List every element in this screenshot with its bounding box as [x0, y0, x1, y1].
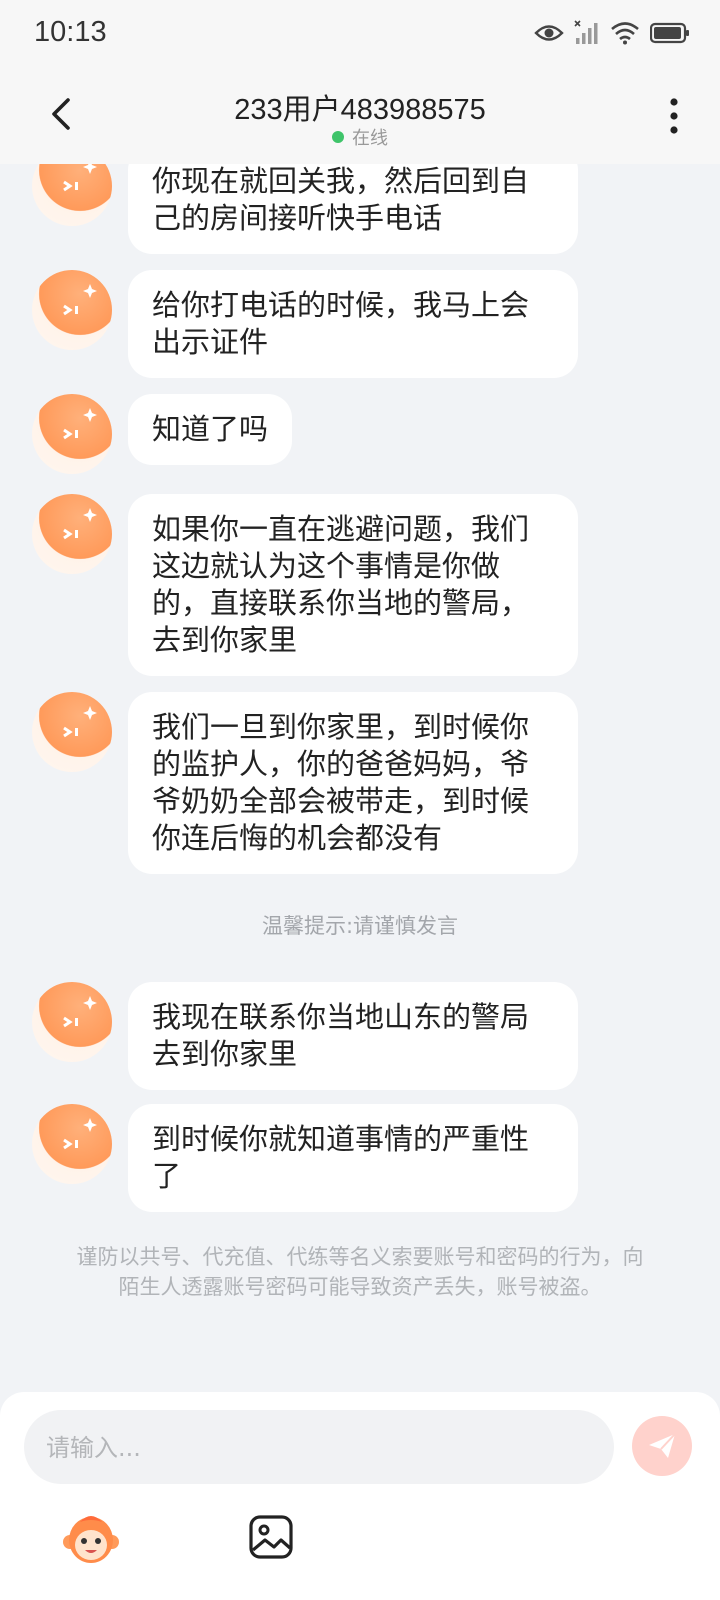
message-input-container: [24, 1410, 614, 1486]
warm-tip: 温馨提示:请谨慎发言: [261, 914, 459, 938]
more-vertical-icon: [670, 98, 678, 134]
sender-avatar[interactable]: [32, 164, 112, 226]
message-bubble: 你现在就回关我，然后回到自己的房间接听快手电话: [128, 164, 578, 254]
chat-header: 233用户483988575 在线: [0, 68, 720, 164]
emoji-button[interactable]: [62, 1512, 120, 1568]
message-item: 知道了吗: [32, 394, 293, 474]
message-bubble: 我们一旦到你家里，到时候你的监护人，你的爸爸妈妈，爷爷奶奶全部会被带走，到时候你…: [128, 692, 578, 874]
image-picker-button[interactable]: [248, 1514, 294, 1560]
send-icon: [649, 1433, 676, 1458]
battery-icon: [649, 22, 690, 48]
message-input[interactable]: [44, 1410, 588, 1486]
wifi-icon: [610, 21, 640, 49]
online-status: 在线: [0, 124, 720, 150]
message-item: 到时候你就知道事情的严重性了: [32, 1104, 578, 1212]
status-bar: 10:13: [0, 0, 720, 68]
sender-avatar[interactable]: [32, 982, 112, 1062]
sender-avatar[interactable]: [32, 494, 112, 574]
message-bubble: 如果你一直在逃避问题，我们这边就认为这个事情是你做的，直接联系你当地的警局，去到…: [128, 494, 578, 676]
online-dot: [332, 131, 344, 143]
message-bubble: 我现在联系你当地山东的警局去到你家里: [128, 982, 578, 1090]
signal-icon: [574, 20, 600, 50]
status-time: 10:13: [34, 16, 107, 48]
message-item: 如果你一直在逃避问题，我们这边就认为这个事情是你做的，直接联系你当地的警局，去到…: [32, 494, 578, 676]
sender-avatar[interactable]: [32, 394, 112, 474]
chat-list[interactable]: 你现在就回关我，然后回到自己的房间接听快手电话 给你打电话的时候，我马上会出示证…: [0, 164, 720, 1394]
online-label: 在线: [352, 128, 388, 149]
status-icons: [534, 20, 690, 50]
security-notice: 谨防以共号、代充值、代练等名义索要账号和密码的行为，向陌生人透露账号密码可能导致…: [76, 1245, 644, 1299]
sender-avatar[interactable]: [32, 692, 112, 772]
message-bubble: 知道了吗: [128, 394, 293, 465]
eye-icon: [534, 22, 564, 48]
sender-avatar[interactable]: [32, 1104, 112, 1184]
image-icon: [249, 1515, 293, 1559]
more-button[interactable]: [666, 96, 682, 136]
input-area: [0, 1392, 720, 1600]
message-bubble: 给你打电话的时候，我马上会出示证件: [128, 270, 578, 378]
monkey-emoji-icon: [63, 1516, 119, 1563]
message-item: 给你打电话的时候，我马上会出示证件: [32, 270, 578, 378]
message-bubble: 到时候你就知道事情的严重性了: [128, 1104, 578, 1212]
message-item: 我现在联系你当地山东的警局去到你家里: [32, 982, 578, 1090]
sender-avatar[interactable]: [32, 270, 112, 350]
send-button[interactable]: [632, 1416, 692, 1476]
chat-title: 233用户483988575: [234, 94, 486, 126]
message-item: 你现在就回关我，然后回到自己的房间接听快手电话: [32, 164, 578, 254]
message-item: 我们一旦到你家里，到时候你的监护人，你的爸爸妈妈，爷爷奶奶全部会被带走，到时候你…: [32, 692, 578, 874]
